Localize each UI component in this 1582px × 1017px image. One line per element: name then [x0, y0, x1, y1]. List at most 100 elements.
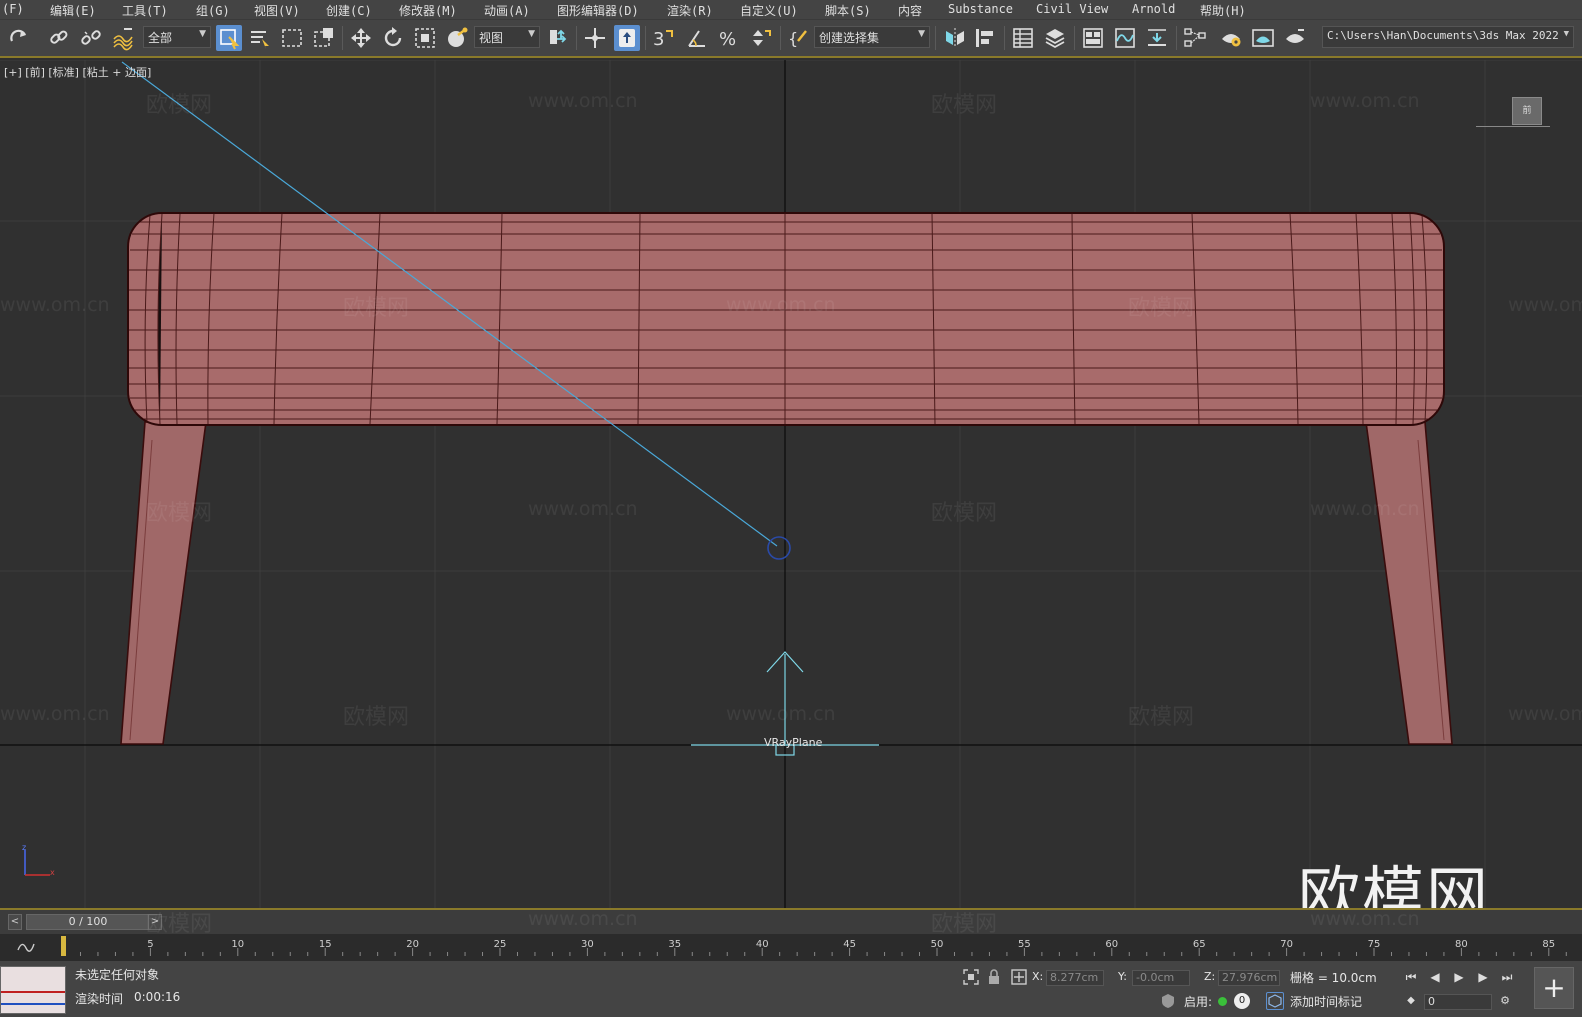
menu-group[interactable]: 组(G): [196, 2, 230, 19]
rendered-frame-window-icon[interactable]: [1250, 25, 1276, 51]
dope-sheet-icon[interactable]: [1144, 25, 1170, 51]
track-bar-tick-label: 60: [1105, 939, 1118, 950]
time-tag-icon[interactable]: [1266, 992, 1284, 1010]
go-to-end-icon[interactable]: ⏭: [1498, 968, 1516, 986]
move-icon[interactable]: [348, 25, 374, 51]
menu-substance[interactable]: Substance: [948, 2, 1013, 16]
key-mode-toggle-icon[interactable]: ◆: [1402, 992, 1420, 1010]
current-frame-field[interactable]: 0: [1424, 994, 1492, 1010]
pivot-center-icon[interactable]: [546, 25, 572, 51]
spinner-snap-icon[interactable]: [748, 25, 774, 51]
render-production-icon[interactable]: [1282, 25, 1308, 51]
snap-toggle-icon[interactable]: 3: [650, 25, 676, 51]
coord-z-field[interactable]: 27.976cm: [1218, 970, 1280, 986]
select-by-name-icon[interactable]: [246, 25, 272, 51]
angle-snap-icon[interactable]: [684, 25, 710, 51]
menu-animation[interactable]: 动画(A): [484, 2, 530, 19]
select-object-icon[interactable]: [216, 25, 242, 51]
add-time-tag[interactable]: 添加时间标记: [1290, 993, 1362, 1010]
track-bar[interactable]: 5 10 15 20 25 30 35 40 45 50 55 60 65 70 75 80 85: [0, 934, 1582, 962]
time-config-icon[interactable]: ⚙: [1496, 992, 1514, 1010]
menu-civil-view[interactable]: Civil View: [1036, 2, 1108, 16]
bind-space-warp-icon[interactable]: [110, 25, 136, 51]
menu-customize[interactable]: 自定义(U): [740, 2, 798, 19]
unlink-icon[interactable]: [78, 25, 104, 51]
link-icon[interactable]: [46, 25, 72, 51]
align-icon[interactable]: [972, 25, 998, 51]
watermark-url: www.om.cn: [528, 908, 638, 930]
layer-explorer-icon[interactable]: [1042, 25, 1068, 51]
reference-coord-dropdown[interactable]: 视图 ▼: [474, 26, 540, 48]
menu-create[interactable]: 创建(C): [326, 2, 372, 19]
edit-named-sets-icon[interactable]: {: [786, 25, 812, 51]
time-slider[interactable]: < 0 / 100 > 欧模网 www.om.cn 欧模网 www.om.cn: [0, 908, 1582, 937]
zoom-extents-all-icon[interactable]: +: [1534, 967, 1574, 1009]
rect-selection-icon[interactable]: [279, 25, 305, 51]
select-manipulate-icon[interactable]: [582, 25, 608, 51]
menu-edit[interactable]: 编辑(E): [50, 2, 96, 19]
current-frame-marker[interactable]: [61, 936, 66, 956]
absolute-mode-icon[interactable]: [1010, 968, 1028, 986]
redo-icon[interactable]: [6, 25, 32, 51]
vrayplane-label: VRayPlane: [764, 736, 823, 749]
coord-y-field[interactable]: -0.0cm: [1132, 970, 1190, 986]
named-selection-set-dropdown[interactable]: 创建选择集 ▼: [814, 26, 930, 48]
menu-arnold[interactable]: Arnold: [1132, 2, 1175, 16]
watermark-url: www.om.cn: [726, 703, 836, 725]
schematic-view-icon[interactable]: [1182, 25, 1208, 51]
go-to-start-icon[interactable]: ⏮: [1402, 968, 1420, 986]
axis-z-label: z: [22, 843, 27, 852]
viewcube-ring[interactable]: [1476, 126, 1550, 129]
watermark-url: www.om.cn: [1310, 908, 1420, 930]
menu-rendering[interactable]: 渲染(R): [667, 2, 713, 19]
adaptive-degradation-icon[interactable]: [1160, 993, 1176, 1009]
watermark-url: www.om.cn: [528, 90, 638, 112]
bench-seat[interactable]: [127, 212, 1445, 426]
curve-editor-icon[interactable]: [1112, 25, 1138, 51]
viewport-label-menu[interactable]: [+] [前] [标准] [粘土 + 边面]: [4, 64, 151, 80]
render-time-label: 渲染时间: [75, 992, 124, 1006]
watermark-cn: 欧模网: [931, 501, 998, 526]
selection-lock-icon[interactable]: [986, 968, 1002, 986]
project-path-dropdown[interactable]: C:\Users\Han\Documents\3ds Max 2022 ▼: [1322, 26, 1574, 48]
next-frame-icon[interactable]: ▶: [1474, 968, 1492, 986]
time-slider-thumb[interactable]: 0 / 100: [26, 914, 150, 930]
placement-icon[interactable]: [444, 25, 470, 51]
track-bar-ruler[interactable]: 5 10 15 20 25 30 35 40 45 50 55 60 65 70 75 80 85: [0, 934, 1582, 962]
percent-snap-icon[interactable]: %: [716, 25, 742, 51]
previous-frame-icon[interactable]: ◀: [1426, 968, 1444, 986]
viewcube-front-face[interactable]: 前: [1512, 97, 1542, 125]
selection-filter-dropdown[interactable]: 全部 ▼: [143, 26, 211, 48]
coord-x-field[interactable]: 8.277cm: [1046, 970, 1104, 986]
menu-content[interactable]: 内容: [898, 2, 922, 19]
time-slider-prev[interactable]: <: [8, 914, 22, 930]
render-setup-icon[interactable]: [1218, 25, 1244, 51]
track-bar-tick-label: 70: [1280, 939, 1293, 950]
axis-x-label: x: [50, 868, 55, 877]
target-handle[interactable]: [767, 536, 791, 560]
viewport-scene[interactable]: [0, 60, 1582, 908]
rotate-icon[interactable]: [380, 25, 406, 51]
track-bar-tick-label: 30: [581, 939, 594, 950]
menu-tools[interactable]: 工具(T): [122, 2, 168, 19]
menu-views[interactable]: 视图(V): [254, 2, 300, 19]
maxscript-listener-mini[interactable]: [0, 966, 66, 1014]
window-crossing-icon[interactable]: [311, 25, 337, 51]
isolate-selection-icon[interactable]: [962, 968, 980, 986]
toggle-ribbon-icon[interactable]: [1080, 25, 1106, 51]
menu-file[interactable]: (F): [2, 2, 24, 16]
mirror-icon[interactable]: [942, 25, 968, 51]
watermark-cn: 欧模网: [931, 93, 998, 118]
watermark-url: www.om.cn: [1508, 703, 1582, 725]
keyboard-shortcut-icon[interactable]: [614, 25, 640, 51]
front-viewport[interactable]: [+] [前] [标准] [粘土 + 边面] VRayPlane 前 z x 欧…: [0, 60, 1582, 908]
menu-help[interactable]: 帮助(H): [1200, 2, 1246, 19]
watermark-logo: 欧模网: [1298, 859, 1491, 908]
scene-explorer-icon[interactable]: [1010, 25, 1036, 51]
menu-graph-editors[interactable]: 图形编辑器(D): [557, 2, 639, 19]
play-icon[interactable]: ▶: [1450, 968, 1468, 986]
menu-scripting[interactable]: 脚本(S): [825, 2, 871, 19]
scale-icon[interactable]: [412, 25, 438, 51]
bench-leg-right[interactable]: [1365, 421, 1453, 745]
menu-modifiers[interactable]: 修改器(M): [399, 2, 457, 19]
